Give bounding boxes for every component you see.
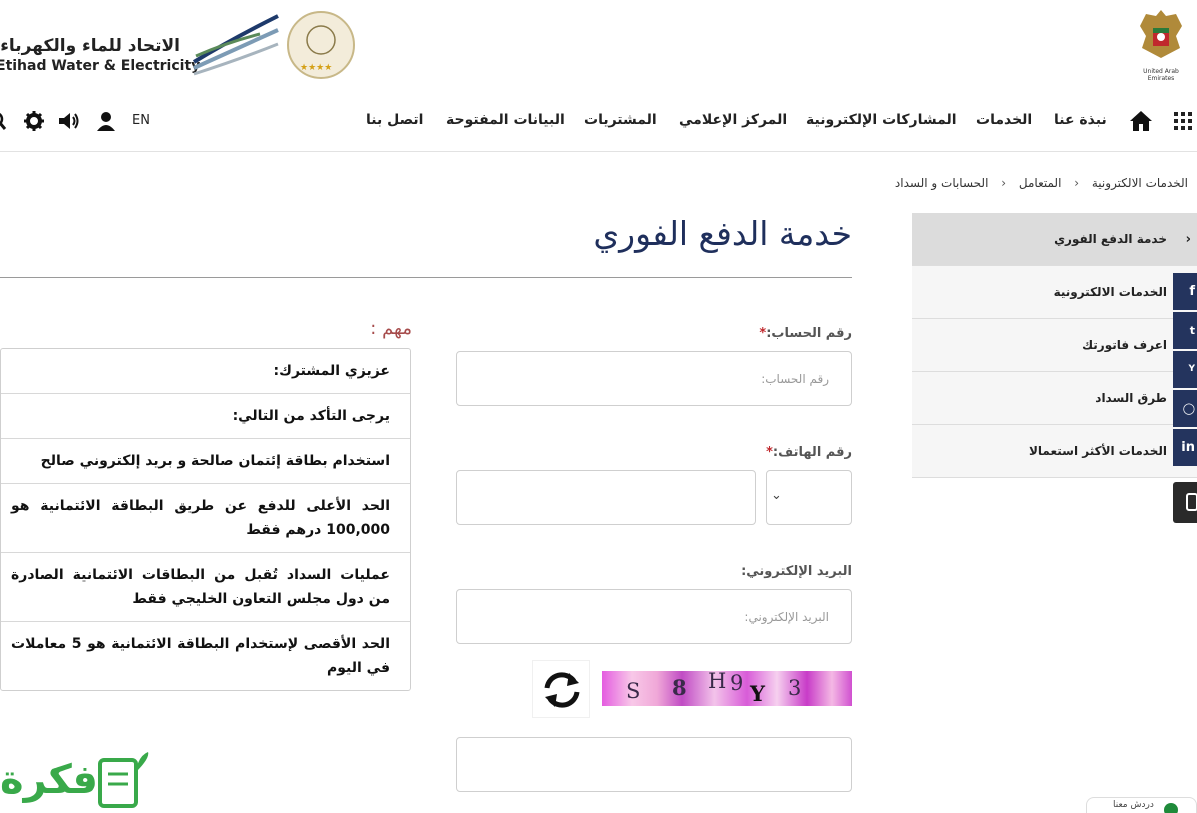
accessibility-tool-button[interactable] [1173,482,1197,523]
side-item-know-your-bill[interactable]: اعرف فاتورتك [912,319,1197,372]
phone-label-text: رقم الهاتف: [772,445,852,460]
twitter-icon[interactable]: t [1173,312,1197,349]
main-nav: نبذة عنا الخدمات المشاركات الإلكترونية ا… [0,100,1197,152]
phone-prefix-select[interactable]: ⌄ [766,470,852,525]
linkedin-icon[interactable]: in [1173,429,1197,466]
account-number-label-text: رقم الحساب: [766,326,852,341]
captcha-image: S 8 H 9 Y 3 [602,669,852,706]
watermark-text: فكرة [0,757,98,803]
side-item-label: الخدمات الالكترونية [1053,285,1167,299]
nav-e-participation[interactable]: المشاركات الإلكترونية [806,112,957,128]
side-item-instant-payment[interactable]: ‹ خدمة الدفع الفوري [912,213,1197,266]
brand-name-en: Etihad Water & Electricity [0,58,201,74]
instagram-icon[interactable]: ◯ [1173,390,1197,427]
breadcrumb-e-services[interactable]: الخدمات الالكترونية [1092,176,1188,190]
side-item-label: طرق السداد [1095,391,1167,405]
account-number-input[interactable] [456,351,852,406]
apps-grid-icon[interactable] [1174,112,1192,130]
captcha-char: 3 [788,676,802,700]
uae-falcon-icon [1140,10,1182,58]
site-header: الاتحاد للماء والكهرباء Etihad Water & E… [0,0,1197,100]
social-bar: f t Y ◯ in [1173,273,1197,468]
captcha-char: H [708,669,727,693]
side-item-payment-methods[interactable]: طرق السداد [912,372,1197,425]
language-switch[interactable]: EN [132,113,150,128]
page-title: خدمة الدفع الفوري [593,214,852,253]
required-mark: * [766,445,773,460]
breadcrumb-accounts-payment[interactable]: الحسابات و السداد [895,176,989,190]
settings-gear-icon[interactable] [24,111,44,131]
captcha-char: Y [750,681,765,706]
info-row: عمليات السداد تُقبل من البطاقات الائتمان… [1,553,410,622]
info-row: الحد الأقصى لإستخدام البطاقة الائتمانية … [11,636,390,676]
chat-label: دردش معنا [1113,800,1154,810]
email-input[interactable] [456,589,852,644]
home-icon[interactable] [1129,110,1153,132]
chat-status-icon [1164,803,1178,813]
captcha-char: S [626,679,641,703]
phone-label: رقم الهاتف:* [762,445,852,460]
youtube-icon[interactable]: Y [1173,351,1197,388]
nav-procurement[interactable]: المشتريات [584,112,657,128]
nav-about[interactable]: نبذة عنا [1054,112,1107,128]
captcha-char: 9 [730,671,744,695]
uae-emblem: United Arab Emirates [1132,6,1190,82]
side-item-label: الخدمات الأكثر استعمالا [1028,444,1167,458]
refresh-icon [544,672,580,708]
side-item-label: اعرف فاتورتك [1082,338,1167,352]
facebook-icon[interactable]: f [1173,273,1197,310]
phone-number-input[interactable] [456,470,756,525]
award-seal-icon: ★★★★ [287,11,355,79]
search-icon[interactable] [0,111,8,131]
captcha-refresh-button[interactable] [532,660,590,718]
side-menu: ‹ خدمة الدفع الفوري الخدمات الالكترونية … [912,213,1197,478]
nav-media-center[interactable]: المركز الإعلامي [679,112,787,128]
breadcrumb: الخدمات الالكترونية ‹ المتعامل ‹ الحسابا… [892,176,1191,190]
info-row: يرجى التأكد من التالي: [1,394,410,439]
breadcrumb-customer[interactable]: المتعامل [1019,176,1062,190]
account-number-label: رقم الحساب:* [755,326,852,341]
info-row: عزيزي المشترك: [1,349,410,394]
user-icon[interactable] [96,111,116,131]
uae-caption: United Arab Emirates [1143,68,1179,82]
side-item-e-services[interactable]: الخدمات الالكترونية [912,266,1197,319]
side-item-most-used-services[interactable]: الخدمات الأكثر استعمالا [912,425,1197,478]
etihad-logo-icon[interactable] [190,10,282,80]
nav-open-data[interactable]: البيانات المفتوحة [446,112,565,128]
info-row: استخدام بطاقة إئتمان صالحة و بريد إلكترو… [1,439,410,484]
tablet-icon [1186,493,1197,511]
info-row: الحد الأعلى للدفع عن طريق البطاقة الائتم… [1,484,410,553]
nav-services[interactable]: الخدمات [976,112,1032,128]
captcha-input[interactable] [456,737,852,792]
breadcrumb-separator-icon: ‹ [1074,176,1080,190]
svg-text:★★★★: ★★★★ [300,63,332,73]
speaker-icon[interactable] [58,111,80,131]
chevron-down-icon: ⌄ [771,488,782,503]
email-label: البريد الإلكتروني: [741,564,852,579]
chat-widget[interactable]: دردش معنا [1086,797,1197,813]
side-item-label: خدمة الدفع الفوري [1054,232,1167,246]
title-divider [0,277,852,278]
chevron-left-icon: ‹ [1185,232,1191,247]
breadcrumb-separator-icon: ‹ [1001,176,1007,190]
nav-contact[interactable]: اتصل بنا [366,112,423,128]
brand-name-ar: الاتحاد للماء والكهرباء [0,36,180,56]
important-label: مهم : [370,318,412,339]
important-info-table: عزيزي المشترك: يرجى التأكد من التالي: اس… [0,348,411,691]
captcha-char: 8 [672,675,687,700]
